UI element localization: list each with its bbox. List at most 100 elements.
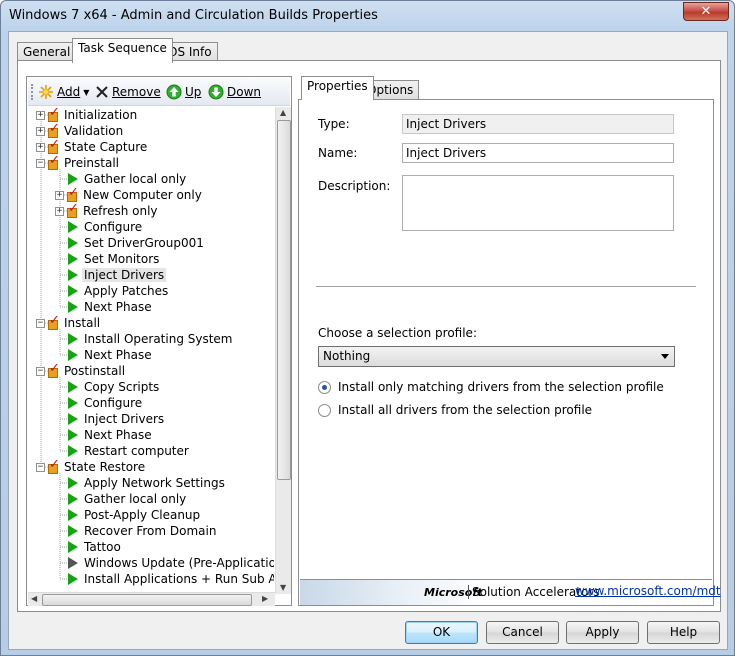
add-label: Add (57, 85, 81, 99)
step-play-icon (68, 285, 78, 297)
scroll-left-icon[interactable]: ◀ (31, 594, 37, 603)
tree-node-label: Initialization (64, 108, 138, 122)
add-button[interactable]: Add ▼ (38, 83, 89, 101)
tab-task-sequence[interactable]: Task Sequence (72, 38, 173, 63)
expand-icon[interactable]: + (55, 206, 64, 216)
radio-matching-drivers-label: Install only matching drivers from the s… (338, 380, 664, 394)
step-play-icon (68, 221, 78, 233)
tree-node-label: Gather local only (84, 172, 187, 186)
up-button[interactable]: Up (166, 83, 201, 101)
expand-icon[interactable]: + (36, 126, 45, 136)
selection-profile-dropdown[interactable]: Nothing (318, 346, 675, 367)
scroll-down-icon[interactable]: ▼ (280, 583, 286, 592)
expand-icon[interactable]: + (55, 190, 64, 200)
name-input[interactable]: Inject Drivers (402, 143, 674, 163)
tree-node-label: Apply Network Settings (84, 476, 225, 490)
tree-step-node[interactable]: Inject Drivers (55, 411, 164, 427)
tree-step-node[interactable]: Tattoo (55, 539, 121, 555)
tree-step-node[interactable]: Apply Network Settings (55, 475, 225, 491)
tree-group-node[interactable]: − ✓ Preinstall (36, 152, 119, 171)
expand-icon[interactable]: + (36, 142, 45, 152)
group-folder-check-icon: ✓ (67, 200, 79, 218)
tree-group-node[interactable]: + ✓ Refresh only (55, 200, 158, 219)
collapse-icon[interactable]: − (36, 462, 45, 472)
tree-step-node[interactable]: Next Phase (55, 347, 152, 363)
tree-step-node[interactable]: Recover From Domain (55, 523, 216, 539)
scroll-up-icon[interactable]: ▲ (280, 108, 286, 117)
type-label: Type: (318, 117, 350, 131)
tree-step-node[interactable]: Install Operating System (55, 331, 233, 347)
task-sequence-tree[interactable]: + ✓ Initialization + ✓ Validation + ✓ State Capt… (28, 107, 274, 594)
tree-node-label: Inject Drivers (84, 412, 165, 426)
tree-step-node[interactable]: Next Phase (55, 427, 152, 443)
tree-step-node[interactable]: Post-Apply Cleanup (55, 507, 200, 523)
tree-node-label: Set Monitors (84, 252, 160, 266)
step-play-icon (68, 237, 78, 249)
ok-button[interactable]: OK (405, 621, 478, 644)
cancel-button[interactable]: Cancel (486, 621, 559, 644)
tree-node-label: Set DriverGroup001 (84, 236, 204, 250)
tree-group-node[interactable]: − ✓ Postinstall (36, 361, 125, 379)
tab-properties[interactable]: Properties (301, 76, 374, 100)
apply-button[interactable]: Apply (566, 621, 639, 644)
radio-all-drivers-button[interactable] (318, 403, 331, 417)
collapse-icon[interactable]: − (36, 158, 45, 168)
radio-matching-drivers[interactable]: Install only matching drivers from the s… (318, 380, 664, 394)
tree-step-node[interactable]: Configure (55, 395, 142, 411)
tree-node-label: Preinstall (64, 156, 119, 170)
down-button[interactable]: Down (208, 83, 261, 101)
tree-step-node[interactable]: Windows Update (Pre-Application Inst (55, 555, 274, 571)
tree-step-node[interactable]: Set DriverGroup001 (55, 235, 204, 251)
up-label: Up (185, 85, 202, 99)
step-details-pane: Properties Options Type: Inject Drivers … (298, 76, 721, 606)
scroll-right-icon[interactable]: ▶ (262, 594, 268, 603)
expand-icon[interactable]: + (36, 110, 45, 120)
mdt-link[interactable]: www.microsoft.com/mdt (575, 584, 721, 598)
radio-matching-drivers-button[interactable] (318, 380, 331, 394)
step-play-icon (68, 477, 78, 489)
tree-step-node[interactable]: Configure (55, 219, 142, 235)
tree-step-node[interactable]: Restart computer (55, 443, 189, 459)
tree-step-node[interactable]: Copy Scripts (55, 379, 159, 395)
vertical-scroll-thumb[interactable] (277, 120, 291, 480)
tree-step-node[interactable]: Inject Drivers (55, 267, 167, 283)
tree-group-node[interactable]: − ✓ Install (36, 313, 101, 331)
tree-node-label: Apply Patches (84, 284, 169, 298)
type-field: Inject Drivers (402, 114, 674, 134)
step-play-icon (68, 381, 78, 393)
description-textarea[interactable] (402, 175, 674, 231)
help-button[interactable]: Help (647, 621, 720, 644)
collapse-icon[interactable]: − (36, 366, 45, 376)
tree-step-node[interactable]: Next Phase (55, 299, 152, 315)
tree-node-label: Post-Apply Cleanup (84, 508, 201, 522)
step-play-icon (68, 429, 78, 441)
horizontal-scroll-thumb[interactable] (42, 594, 252, 606)
radio-all-drivers[interactable]: Install all drivers from the selection p… (318, 403, 592, 417)
tab-general[interactable]: General (17, 42, 77, 62)
tree-node-label: Validation (64, 124, 124, 138)
collapse-icon[interactable]: − (36, 318, 45, 328)
tree-node-label: Refresh only (83, 204, 158, 218)
tree-step-node[interactable]: Apply Patches (55, 283, 168, 299)
tree-toolbar: Add ▼ Remove Up Down (28, 78, 290, 106)
tree-step-node[interactable]: Set Monitors (55, 251, 159, 267)
tree-node-label: Configure (84, 396, 143, 410)
tree-step-node[interactable]: Install Applications + Run Sub Applica (55, 571, 274, 587)
step-play-icon (68, 413, 78, 425)
add-icon (39, 85, 53, 99)
tree-horizontal-scrollbar[interactable]: ◀ ▶ (28, 592, 275, 606)
step-play-icon (68, 493, 78, 505)
down-label: Down (227, 85, 262, 99)
step-play-icon (68, 349, 78, 361)
close-button[interactable]: ✕ (683, 2, 729, 21)
tree-group-node[interactable]: − ✓ State Restore (36, 457, 145, 475)
remove-button[interactable]: Remove (95, 83, 161, 101)
tree-vertical-scrollbar[interactable]: ▲ ▼ (275, 107, 291, 594)
tree-node-label: Next Phase (84, 348, 152, 362)
tree-node-label: Install (64, 316, 101, 330)
properties-window: Windows 7 x64 - Admin and Circulation Bu… (0, 0, 735, 656)
step-play-icon (68, 269, 78, 281)
tree-step-node[interactable]: Gather local only (55, 491, 186, 507)
group-folder-check-icon: ✓ (48, 152, 60, 170)
step-play-icon (68, 573, 78, 585)
